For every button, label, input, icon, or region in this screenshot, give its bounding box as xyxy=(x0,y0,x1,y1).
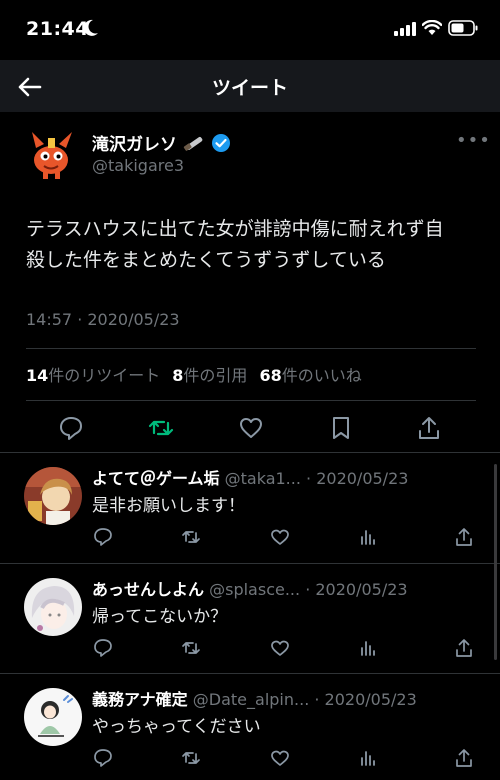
bar-chart-icon[interactable] xyxy=(358,527,378,547)
status-time: 21:44 xyxy=(26,18,89,40)
reply-tweet[interactable]: よてて＠ゲーム垢 @taka1... · 2020/05/23 是非お願いします… xyxy=(0,453,500,565)
battery-icon xyxy=(448,20,478,36)
bar-chart-icon[interactable] xyxy=(358,638,378,658)
divider xyxy=(26,348,476,349)
share-icon[interactable] xyxy=(454,748,474,768)
reply-author-handle[interactable]: @splasce... xyxy=(209,580,300,599)
status-bar: 21:44 xyxy=(0,0,500,60)
comment-icon[interactable] xyxy=(93,527,113,547)
retweets-label: 件のリツイート xyxy=(48,366,161,385)
quotes-count: 8 xyxy=(172,366,184,385)
reply-date: · 2020/05/23 xyxy=(306,469,409,488)
reply-author-handle[interactable]: @taka1... xyxy=(225,469,301,488)
retweets-count: 14 xyxy=(26,366,49,385)
moon-icon xyxy=(83,19,98,36)
verified-badge-icon xyxy=(212,133,230,152)
heart-icon[interactable] xyxy=(270,638,290,658)
likes-stat[interactable]: 68件のいいね xyxy=(259,362,361,386)
bar-chart-icon[interactable] xyxy=(358,748,378,768)
reply-tweet[interactable]: あっせんしよん @splasce... · 2020/05/23 帰ってこないか… xyxy=(0,564,500,676)
page-title: ツイート xyxy=(211,77,288,99)
tweet-text-line: 殺した件をまとめたくてうずうずしている xyxy=(26,249,386,271)
retweet-icon[interactable] xyxy=(148,415,174,441)
wifi-icon xyxy=(422,20,442,35)
reply-header: 義務アナ確定 @Date_alpin... · 2020/05/23 xyxy=(92,686,417,710)
retweet-icon[interactable] xyxy=(181,748,201,768)
author-name[interactable]: 滝沢ガレソ xyxy=(92,130,177,155)
reply-author-name[interactable]: 義務アナ確定 xyxy=(92,690,188,709)
tweet-timestamp[interactable]: 14:57 · 2020/05/23 xyxy=(26,310,180,329)
reply-date: · 2020/05/23 xyxy=(314,690,417,709)
top-nav-bar: ツイート xyxy=(0,60,500,112)
engagement-stats: 14件のリツイート 8件の引用 68件のいいね xyxy=(26,362,362,386)
avatar[interactable] xyxy=(24,688,82,746)
retweets-stat[interactable]: 14件のリツイート xyxy=(26,362,160,386)
likes-count: 68 xyxy=(259,366,282,385)
cellular-signal-icon xyxy=(394,22,416,36)
divider xyxy=(26,400,476,401)
heart-icon[interactable] xyxy=(270,527,290,547)
reply-header: あっせんしよん @splasce... · 2020/05/23 xyxy=(92,576,408,600)
share-icon[interactable] xyxy=(454,527,474,547)
quotes-stat[interactable]: 8件の引用 xyxy=(172,362,247,386)
retweet-icon[interactable] xyxy=(181,527,201,547)
reply-text: 是非お願いします！ xyxy=(92,496,245,516)
share-icon[interactable] xyxy=(416,415,442,441)
reply-text: やっちゃってください xyxy=(92,717,261,737)
bookmark-icon[interactable] xyxy=(328,415,354,441)
tweet-text: テラスハウスに出てた女が誹謗中傷に耐えれず自 殺した件をまとめたくてうずうずして… xyxy=(26,214,478,276)
chainsaw-emoji-icon xyxy=(183,136,203,151)
quotes-label: 件の引用 xyxy=(183,366,248,385)
tweet-text-line: テラスハウスに出てた女が誹謗中傷に耐えれず自 xyxy=(26,218,444,240)
author-handle[interactable]: @takigare3 xyxy=(92,156,184,175)
comment-icon[interactable] xyxy=(58,415,84,441)
scrollbar[interactable] xyxy=(494,464,497,660)
avatar[interactable] xyxy=(26,126,80,180)
likes-label: 件のいいね xyxy=(281,366,362,385)
reply-date: · 2020/05/23 xyxy=(305,580,408,599)
author-name-row: 滝沢ガレソ xyxy=(92,130,231,155)
more-options-icon[interactable]: ••• xyxy=(456,130,491,151)
comment-icon[interactable] xyxy=(93,748,113,768)
retweet-icon[interactable] xyxy=(181,638,201,658)
avatar[interactable] xyxy=(24,578,82,636)
reply-author-handle[interactable]: @Date_alpin... xyxy=(193,690,310,709)
share-icon[interactable] xyxy=(454,638,474,658)
avatar[interactable] xyxy=(24,467,82,525)
reply-tweet[interactable]: 義務アナ確定 @Date_alpin... · 2020/05/23 やっちゃっ… xyxy=(0,674,500,780)
reply-header: よてて＠ゲーム垢 @taka1... · 2020/05/23 xyxy=(92,465,408,489)
comment-icon[interactable] xyxy=(93,638,113,658)
heart-icon[interactable] xyxy=(238,415,264,441)
heart-icon[interactable] xyxy=(270,748,290,768)
reply-author-name[interactable]: あっせんしよん xyxy=(92,580,204,599)
reply-text: 帰ってこないか？ xyxy=(92,607,228,627)
reply-author-name[interactable]: よてて＠ゲーム垢 xyxy=(92,469,220,488)
tweet-action-bar xyxy=(0,408,500,448)
